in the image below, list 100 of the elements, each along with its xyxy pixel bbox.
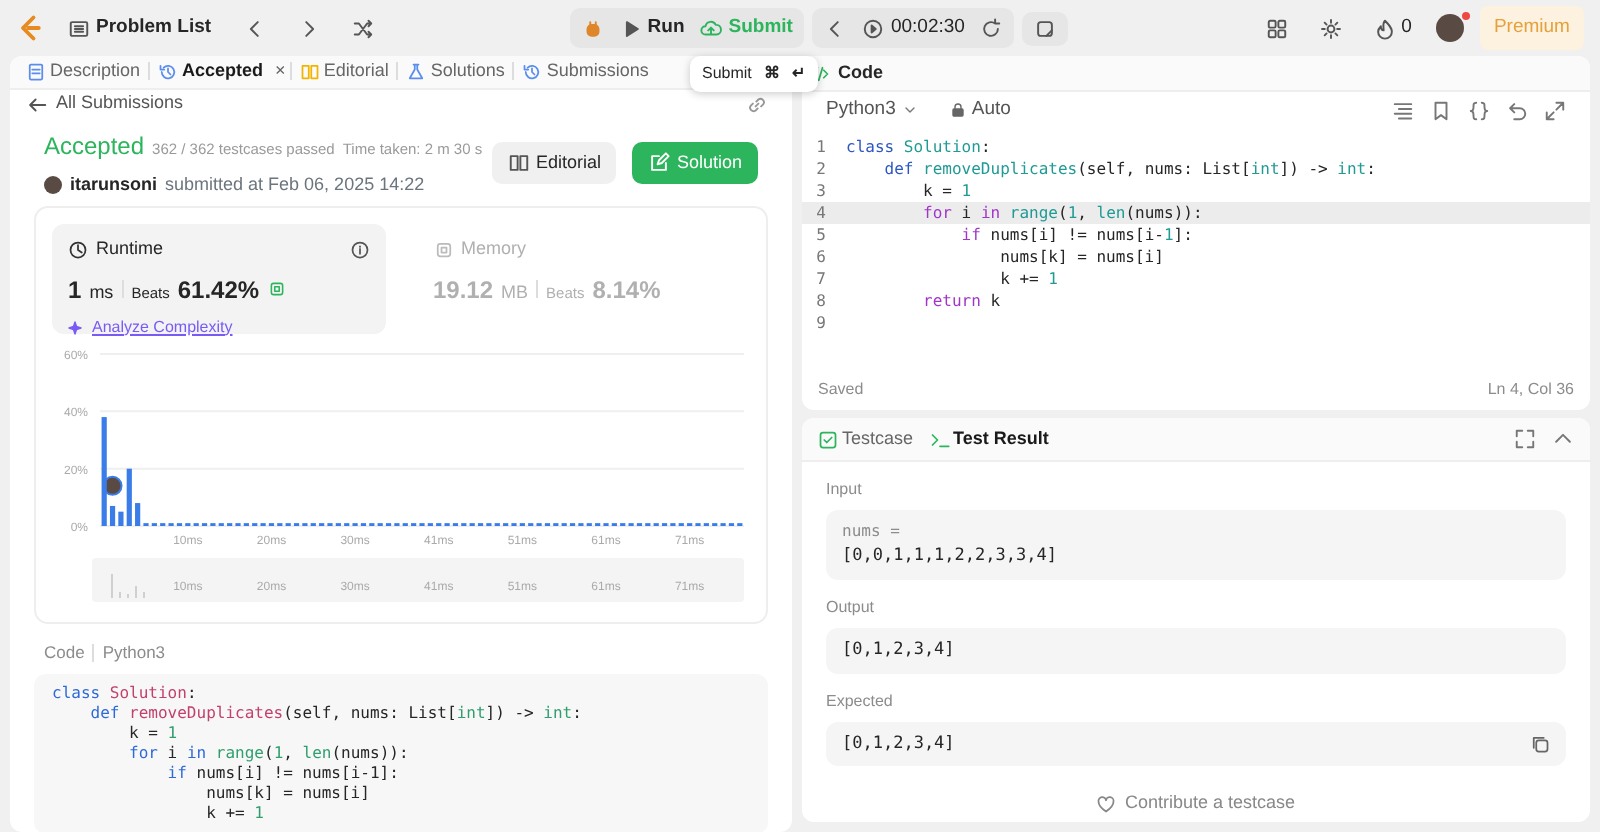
chip-icon xyxy=(433,239,453,260)
code-line: nums[k] = nums[i] xyxy=(204,783,372,804)
code-line: k += 1 xyxy=(204,803,266,824)
clock-icon xyxy=(68,239,88,260)
code-label: Code xyxy=(44,640,85,666)
auto-mode-button[interactable]: Auto xyxy=(941,91,1019,129)
code-line: for i in range(1, len(nums)): xyxy=(127,743,411,764)
caret-icon xyxy=(901,102,918,118)
undo-icon xyxy=(1506,99,1528,121)
badge-icon xyxy=(267,279,286,297)
edit-icon xyxy=(648,151,671,174)
book-icon xyxy=(507,151,530,174)
code-text: for i in range(1, len(nums)): xyxy=(921,202,1203,224)
heart-icon xyxy=(1096,794,1117,814)
problem-list-button[interactable]: Problem List xyxy=(60,9,220,47)
line-number: 2 xyxy=(814,158,828,180)
back-arrow-icon xyxy=(26,93,48,115)
settings-icon xyxy=(1319,17,1342,39)
mini-histogram-drawing xyxy=(111,573,145,599)
shortcut-key: ↵ xyxy=(791,62,806,86)
line-number: 5 xyxy=(814,224,828,246)
panel-tab[interactable]: Submissions xyxy=(514,56,657,87)
line-number: 6 xyxy=(814,246,828,268)
code-text: def removeDuplicates(self, nums: List[int]) -> int: xyxy=(882,158,1376,180)
metric-unit: ms xyxy=(89,279,114,305)
panel-tab[interactable]: Accepted xyxy=(150,56,272,87)
panel-title: Code xyxy=(838,59,883,86)
editorial-button[interactable]: Editorial xyxy=(491,141,617,184)
value-text: [0,1,2,3,4] xyxy=(842,731,955,757)
flame-icon xyxy=(1373,17,1396,39)
shortcut-key: ⌘ xyxy=(763,62,780,86)
code-text: class Solution: xyxy=(846,136,991,158)
parameter-name: nums = xyxy=(842,520,902,544)
line-number: 8 xyxy=(814,290,828,312)
save-status: Saved xyxy=(818,378,864,402)
debug-icon xyxy=(581,17,604,39)
metric-title: Memory xyxy=(461,236,527,262)
run-button[interactable]: Run xyxy=(611,9,693,47)
section-label: Output xyxy=(826,595,877,620)
code-line: if nums[i] != nums[i-1]: xyxy=(165,763,401,784)
value-text: [0,1,2,3,4] xyxy=(842,637,955,663)
streak-button[interactable]: 0 xyxy=(1365,9,1420,47)
logo-icon xyxy=(16,14,44,42)
code-text: nums[k] = nums[i] xyxy=(998,246,1164,268)
expand-icon xyxy=(1544,99,1566,121)
panel-tab[interactable]: Test Result xyxy=(921,423,1057,455)
submission-date: submitted at Feb 06, 2025 14:22 xyxy=(165,171,425,197)
value-text: [0,0,1,1,1,2,2,3,3,4] xyxy=(842,544,1057,570)
reset-timer-icon xyxy=(980,17,1003,39)
metric-value: 1 xyxy=(68,273,82,307)
terminal-icon xyxy=(929,429,950,449)
timer-icon xyxy=(862,17,885,39)
metric-title: Runtime xyxy=(96,236,164,262)
language-dropdown[interactable]: Python3 xyxy=(818,91,926,129)
info-icon xyxy=(349,239,369,260)
code-text: k = 1 xyxy=(921,180,972,202)
upload-icon xyxy=(700,17,723,39)
sparkle-icon xyxy=(68,319,84,335)
format-icon xyxy=(1392,99,1414,121)
share-link-icon xyxy=(746,93,768,115)
line-number: 3 xyxy=(814,180,828,202)
shuffle-icon xyxy=(351,17,374,39)
history-icon xyxy=(158,61,179,82)
document-icon xyxy=(26,61,46,82)
code-line: class Solution: xyxy=(52,683,199,704)
avatar[interactable] xyxy=(1435,14,1464,42)
list-icon xyxy=(68,17,90,39)
flask-icon xyxy=(406,61,427,82)
fullscreen-icon xyxy=(1514,428,1536,450)
code-text: k += 1 xyxy=(998,268,1058,290)
line-number: 4 xyxy=(814,202,828,224)
code-text: return k xyxy=(921,290,1001,312)
contribute-testcase-link[interactable]: Contribute a testcase xyxy=(1096,790,1296,818)
metric-unit: MB xyxy=(501,279,529,305)
user-avatar xyxy=(44,175,62,194)
bookmark-icon xyxy=(1430,99,1452,121)
metric-value: 19.12 xyxy=(433,273,494,307)
code-line: def removeDuplicates(self, nums: List[int]) -> int: xyxy=(88,703,584,724)
analyze-complexity-link[interactable]: Analyze Complexity xyxy=(68,315,233,339)
code-text: if nums[i] != nums[i-1]: xyxy=(959,224,1193,246)
panel-tab[interactable]: Testcase xyxy=(810,423,922,455)
section-label: Expected xyxy=(826,689,895,713)
code-line: k = 1 xyxy=(127,723,180,744)
panel-tab[interactable]: Solutions xyxy=(398,56,513,87)
beats-percent: 8.14% xyxy=(592,273,661,307)
panel-tab[interactable]: Description xyxy=(18,56,149,87)
checkbox-icon xyxy=(818,429,838,449)
panel-tab[interactable]: Editorial xyxy=(291,56,397,87)
back-link[interactable]: All Submissions xyxy=(26,90,184,118)
book-icon xyxy=(299,61,320,82)
lock-icon xyxy=(949,102,966,118)
close-tab-button[interactable]: × xyxy=(271,58,290,85)
cursor-position: Ln 4, Col 36 xyxy=(1487,378,1574,402)
language-label: Python3 xyxy=(102,640,166,666)
line-number: 7 xyxy=(814,268,828,290)
line-number: 1 xyxy=(814,136,828,158)
line-number: 9 xyxy=(814,312,828,334)
layout-icon xyxy=(1265,17,1288,39)
section-label: Input xyxy=(826,478,864,502)
copy-icon xyxy=(1530,733,1550,754)
